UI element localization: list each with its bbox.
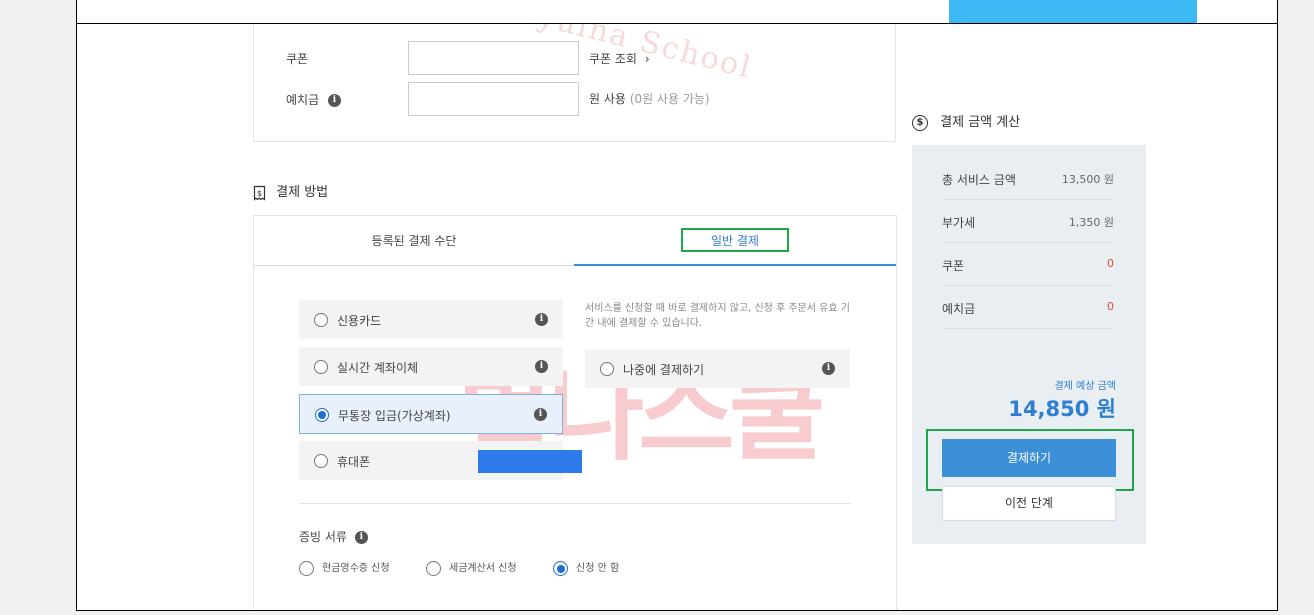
doc-option-label: 신청 안 함 — [576, 563, 620, 574]
option-pay-later[interactable]: 나중에 결제하기 i — [585, 349, 850, 388]
option-label: 신용카드 — [337, 314, 382, 328]
previous-step-button[interactable]: 이전 단계 — [942, 486, 1116, 521]
info-icon[interactable]: i — [535, 360, 548, 373]
info-icon[interactable]: i — [534, 408, 547, 421]
tab-general-payment[interactable]: 일반 결제 — [574, 216, 896, 266]
doc-option-tax-invoice[interactable]: 세금계산서 신청 — [426, 559, 517, 576]
calc-row-total: 총 서비스 금액 13,500 원 — [942, 157, 1114, 200]
deposit-input[interactable] — [408, 82, 579, 116]
info-icon[interactable]: i — [327, 94, 341, 107]
coupon-deposit-section: 쿠폰 쿠폰 조회 › 예치금 i 원 사용 (0원 사용 가능) — [253, 24, 896, 142]
info-icon[interactable]: i — [535, 313, 548, 326]
calc-row-value: 13,500 원 — [1061, 173, 1114, 186]
radio-none[interactable] — [553, 560, 568, 576]
calc-row-value: 1,350 원 — [1068, 216, 1114, 229]
calc-row-vat: 부가세 1,350 원 — [942, 200, 1114, 243]
radio-virtual-account[interactable] — [315, 408, 329, 422]
tab-general-payment-label: 일반 결제 — [681, 228, 789, 252]
calc-row-value: 0 — [1107, 257, 1114, 270]
deposit-label-row: 예치금 i — [286, 91, 341, 108]
doc-option-none[interactable]: 신청 안 함 — [553, 559, 619, 576]
info-icon[interactable]: i — [822, 362, 835, 375]
calc-row-deposit: 예치금 0 — [942, 286, 1114, 329]
payment-method-title: 결제 방법 — [276, 185, 329, 200]
option-label: 실시간 계좌이체 — [337, 361, 419, 375]
option-credit-card[interactable]: 신용카드 i — [299, 300, 563, 339]
dollar-circle-icon: $ — [912, 114, 928, 131]
calc-row-coupon: 쿠폰 0 — [942, 243, 1114, 286]
doc-option-label: 세금계산서 신청 — [449, 563, 517, 574]
calc-row-value: 0 — [1107, 300, 1114, 313]
option-label: 무통장 입금(가상계좌) — [338, 409, 451, 423]
calc-row-label: 부가세 — [942, 216, 976, 230]
info-icon[interactable]: i — [354, 531, 368, 544]
coupon-lookup-link[interactable]: 쿠폰 조회 › — [589, 50, 650, 67]
deposit-use-label: 원 사용 — [589, 92, 626, 106]
radio-tax-invoice[interactable] — [426, 560, 441, 576]
pay-later-description: 서비스를 신청할 때 바로 결제하지 않고, 신청 후 주문서 유효 기간 내에… — [585, 303, 850, 329]
option-label: 휴대폰 — [337, 455, 371, 469]
chevron-right-icon: › — [644, 52, 650, 66]
payment-method-heading: $ 결제 방법 — [253, 181, 328, 201]
estimate-label: 결제 예상 금액 — [1054, 381, 1116, 392]
calc-heading: $ 결제 금액 계산 — [912, 111, 1020, 131]
tab-registered-methods[interactable]: 등록된 결제 수단 — [254, 216, 574, 266]
calc-title: 결제 금액 계산 — [940, 115, 1021, 130]
option-virtual-account[interactable]: 무통장 입금(가상계좌) i — [299, 394, 563, 434]
coupon-label: 쿠폰 — [286, 52, 309, 66]
radio-bank-transfer[interactable] — [314, 360, 328, 374]
doc-option-cash-receipt[interactable]: 현금영수증 신청 — [299, 559, 390, 576]
radio-cash-receipt[interactable] — [299, 560, 314, 576]
receipt-dollar-icon: $ — [253, 185, 266, 201]
checkout-panel: Byulna School 별나스쿨 쿠폰 쿠폰 조회 › 예치금 i 원 사용… — [76, 23, 1278, 611]
divider — [299, 503, 851, 504]
svg-text:$: $ — [257, 189, 262, 198]
pay-button[interactable]: 결제하기 — [942, 439, 1116, 477]
calc-summary-box: 총 서비스 금액 13,500 원 부가세 1,350 원 쿠폰 0 예치금 0… — [912, 145, 1146, 544]
option-bank-transfer[interactable]: 실시간 계좌이체 i — [299, 347, 563, 386]
radio-credit-card[interactable] — [314, 313, 328, 327]
doc-option-label: 현금영수증 신청 — [322, 563, 390, 574]
documents-title: 증빙 서류 — [299, 530, 347, 544]
calc-row-label: 쿠폰 — [942, 259, 965, 273]
coupon-input[interactable] — [408, 41, 579, 75]
calc-row-label: 예치금 — [942, 302, 976, 316]
deposit-label: 예치금 — [286, 93, 320, 107]
option-label: 나중에 결제하기 — [623, 363, 705, 377]
deposit-available: (0원 사용 가능) — [629, 92, 710, 106]
payment-method-box: 등록된 결제 수단 일반 결제 신용카드 i 실시간 계좌이체 i 무통장 입금… — [253, 215, 897, 610]
deposit-usage: 원 사용 (0원 사용 가능) — [589, 90, 710, 107]
documents-heading: 증빙 서류 i — [299, 528, 368, 545]
radio-pay-later[interactable] — [600, 362, 614, 376]
calc-row-label: 총 서비스 금액 — [942, 173, 1016, 187]
coupon-lookup-label: 쿠폰 조회 — [589, 52, 637, 66]
top-blue-bar — [949, 0, 1197, 23]
redaction-block — [478, 450, 582, 473]
estimate-amount: 14,850 원 — [1008, 397, 1116, 421]
radio-mobile-phone[interactable] — [314, 454, 328, 468]
